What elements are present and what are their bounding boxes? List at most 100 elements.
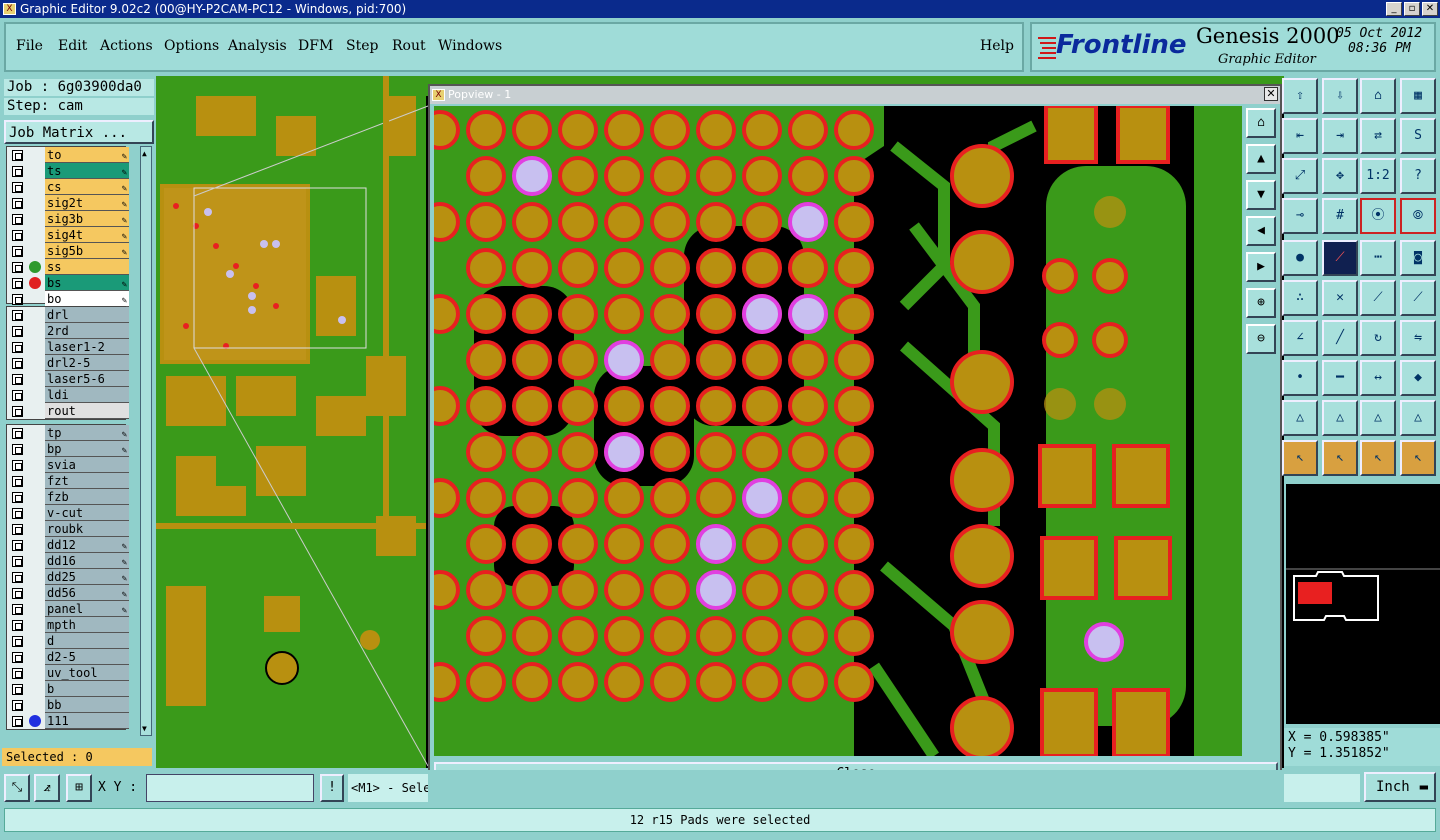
bga-pad[interactable] (696, 156, 736, 196)
bga-pad[interactable] (558, 294, 598, 334)
import-icon[interactable]: ⇤ (1282, 118, 1318, 154)
connect-pads-icon[interactable]: ∴ (1282, 280, 1318, 316)
layer-row[interactable]: sig4t ✎ (7, 227, 129, 243)
layer-row[interactable]: 2rd (7, 323, 129, 339)
snap-icon[interactable]: ⊸ (1282, 198, 1318, 234)
triangle-b-icon[interactable]: △ (1322, 400, 1358, 436)
bga-pad[interactable] (742, 248, 782, 288)
bga-pad[interactable] (742, 662, 782, 702)
layer-checkbox[interactable] (12, 150, 23, 161)
layer-checkbox[interactable] (12, 524, 23, 535)
menu-actions[interactable]: Actions (100, 38, 153, 54)
layer-checkbox[interactable] (12, 492, 23, 503)
minimize-icon[interactable]: _ (1386, 2, 1402, 16)
bga-pad[interactable] (650, 570, 690, 610)
bga-pad[interactable] (834, 432, 874, 472)
layer-checkbox[interactable] (12, 636, 23, 647)
bga-pad[interactable] (834, 202, 874, 242)
bga-pad[interactable] (834, 294, 874, 334)
select-box-arrow-icon[interactable]: ↖ (1322, 440, 1358, 476)
xy-input[interactable] (146, 774, 314, 802)
diagonal-line-icon[interactable]: ╱ (1322, 320, 1358, 356)
line-pad-2-icon[interactable]: ⟋ (1400, 280, 1436, 316)
layer-checkbox[interactable] (12, 166, 23, 177)
layer-row[interactable]: uv_tool (7, 665, 129, 681)
bga-pad[interactable] (466, 248, 506, 288)
bga-pad[interactable] (788, 156, 828, 196)
bga-pad[interactable] (834, 524, 874, 564)
bga-pad[interactable] (434, 110, 460, 150)
bga-pad[interactable] (742, 432, 782, 472)
bga-pad[interactable] (650, 248, 690, 288)
select-pointer-icon[interactable]: ↖ (1360, 440, 1396, 476)
measure-icon[interactable]: ⦨ (34, 774, 60, 802)
bga-pad[interactable] (650, 662, 690, 702)
bga-pad[interactable] (512, 570, 552, 610)
layer-row[interactable]: d2-5 (7, 649, 129, 665)
triangle-a-icon[interactable]: △ (1282, 400, 1318, 436)
bga-pad[interactable] (558, 478, 598, 518)
layer-row[interactable]: bp ✎ (7, 441, 129, 457)
bga-pad[interactable] (696, 616, 736, 656)
measure-point-icon[interactable]: ● (1282, 240, 1318, 276)
bga-pad[interactable] (466, 294, 506, 334)
bga-pad[interactable] (604, 156, 644, 196)
bga-pad[interactable] (788, 432, 828, 472)
layer-checkbox[interactable] (12, 294, 23, 305)
bga-pad[interactable] (650, 156, 690, 196)
maximize-icon[interactable]: ▫ (1404, 2, 1420, 16)
close-window-icon[interactable]: ✕ (1422, 2, 1438, 16)
layer-row[interactable]: rout (7, 403, 129, 419)
bga-pad[interactable] (834, 156, 874, 196)
layer-checkbox[interactable] (12, 310, 23, 321)
layer-row[interactable]: sig5b ✎ (7, 243, 129, 259)
bga-pad[interactable] (788, 570, 828, 610)
triangle-d-icon[interactable]: △ (1400, 400, 1436, 436)
bga-pad[interactable] (558, 202, 598, 242)
menu-analysis[interactable]: Analysis (228, 38, 287, 54)
bga-pad[interactable] (434, 202, 460, 242)
bga-pad[interactable] (466, 478, 506, 518)
layer-checkbox[interactable] (12, 428, 23, 439)
bga-pad[interactable] (834, 248, 874, 288)
dimension-icon[interactable]: ⟋ (1322, 240, 1358, 276)
bga-pad[interactable] (558, 110, 598, 150)
horizontal-split-icon[interactable]: ━ (1322, 360, 1358, 396)
layer-checkbox[interactable] (12, 230, 23, 241)
zoom-fit-icon[interactable]: ⤢ (1282, 158, 1318, 194)
layer-row[interactable]: dd25 ✎ (7, 569, 129, 585)
bga-pad[interactable] (604, 248, 644, 288)
bga-pad[interactable] (650, 616, 690, 656)
bga-pad[interactable] (558, 432, 598, 472)
bga-pad[interactable] (834, 616, 874, 656)
window-layout-icon[interactable]: ▦ (1400, 78, 1436, 114)
bga-pad[interactable] (466, 340, 506, 380)
bga-pad[interactable] (434, 570, 460, 610)
layer-row[interactable]: b (7, 681, 129, 697)
layer-row[interactable]: panel ✎ (7, 601, 129, 617)
layer-checkbox[interactable] (12, 604, 23, 615)
menu-dfm[interactable]: DFM (298, 38, 333, 54)
layer-checkbox[interactable] (12, 588, 23, 599)
layer-checkbox[interactable] (12, 444, 23, 455)
bga-pad[interactable] (742, 570, 782, 610)
help-query-icon[interactable]: ? (1400, 158, 1436, 194)
layer-checkbox[interactable] (12, 342, 23, 353)
popview-canvas[interactable] (434, 106, 1242, 756)
layer-row[interactable]: fzt (7, 473, 129, 489)
route-s-icon[interactable]: S (1400, 118, 1436, 154)
bga-pad[interactable] (512, 524, 552, 564)
bga-pad[interactable] (512, 432, 552, 472)
popview-zoom-out-icon[interactable]: ⊖ (1246, 324, 1276, 354)
bga-pad[interactable] (434, 662, 460, 702)
bga-pad[interactable] (604, 662, 644, 702)
bga-pad[interactable] (558, 616, 598, 656)
layer-checkbox[interactable] (12, 668, 23, 679)
layer-checkbox[interactable] (12, 214, 23, 225)
layer-checkbox[interactable] (12, 700, 23, 711)
bga-pad[interactable] (466, 570, 506, 610)
layer-row[interactable]: v-cut (7, 505, 129, 521)
menu-windows[interactable]: Windows (438, 38, 502, 54)
layer-row[interactable]: ldi (7, 387, 129, 403)
layer-row[interactable]: d (7, 633, 129, 649)
